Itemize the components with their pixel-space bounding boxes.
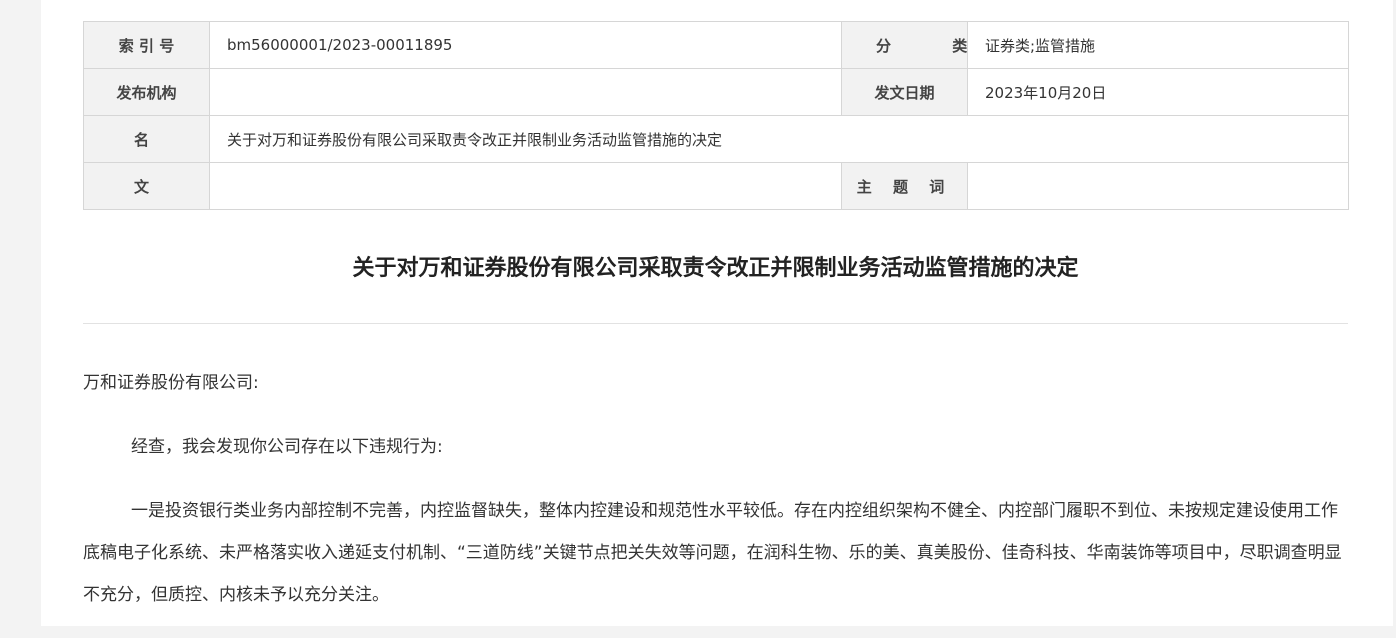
- title-divider: [83, 323, 1348, 324]
- metadata-row-publisher: 发布机构 发文日期 2023年10月20日: [83, 68, 1349, 116]
- name-value: 关于对万和证券股份有限公司采取责令改正并限制业务活动监管措施的决定: [209, 115, 1349, 163]
- salutation: 万和证券股份有限公司:: [83, 373, 259, 393]
- name-label: 名 称: [83, 115, 210, 163]
- docno-label: 文 号: [83, 162, 210, 210]
- metadata-table: 索 引 号 bm56000001/2023-00011895 分 类 证券类;监…: [83, 21, 1349, 210]
- metadata-row-name: 名 称 关于对万和证券股份有限公司采取责令改正并限制业务活动监管措施的决定: [83, 115, 1349, 163]
- index-label: 索 引 号: [83, 21, 210, 69]
- category-value: 证券类;监管措施: [967, 21, 1349, 69]
- docno-value: [209, 162, 842, 210]
- document-page: 索 引 号 bm56000001/2023-00011895 分 类 证券类;监…: [41, 0, 1393, 626]
- index-value: bm56000001/2023-00011895: [209, 21, 842, 69]
- date-label: 发文日期: [841, 68, 968, 116]
- document-title: 关于对万和证券股份有限公司采取责令改正并限制业务活动监管措施的决定: [352, 256, 1079, 281]
- subject-label: 主 题 词: [841, 162, 968, 210]
- subject-value: [967, 162, 1349, 210]
- metadata-row-docno: 文 号 主 题 词: [83, 162, 1349, 210]
- publisher-value: [209, 68, 842, 116]
- paragraph: 经查，我会发现你公司存在以下违规行为:: [131, 437, 443, 457]
- publisher-label: 发布机构: [83, 68, 210, 116]
- document-body: 万和证券股份有限公司: 经查，我会发现你公司存在以下违规行为: 一是投资银行类业…: [83, 362, 1348, 638]
- date-value: 2023年10月20日: [967, 68, 1349, 116]
- paragraph: 一是投资银行类业务内部控制不完善，内控监督缺失，整体内控建设和规范性水平较低。存…: [83, 501, 1342, 605]
- category-label: 分 类: [841, 21, 968, 69]
- metadata-row-index: 索 引 号 bm56000001/2023-00011895 分 类 证券类;监…: [83, 21, 1349, 69]
